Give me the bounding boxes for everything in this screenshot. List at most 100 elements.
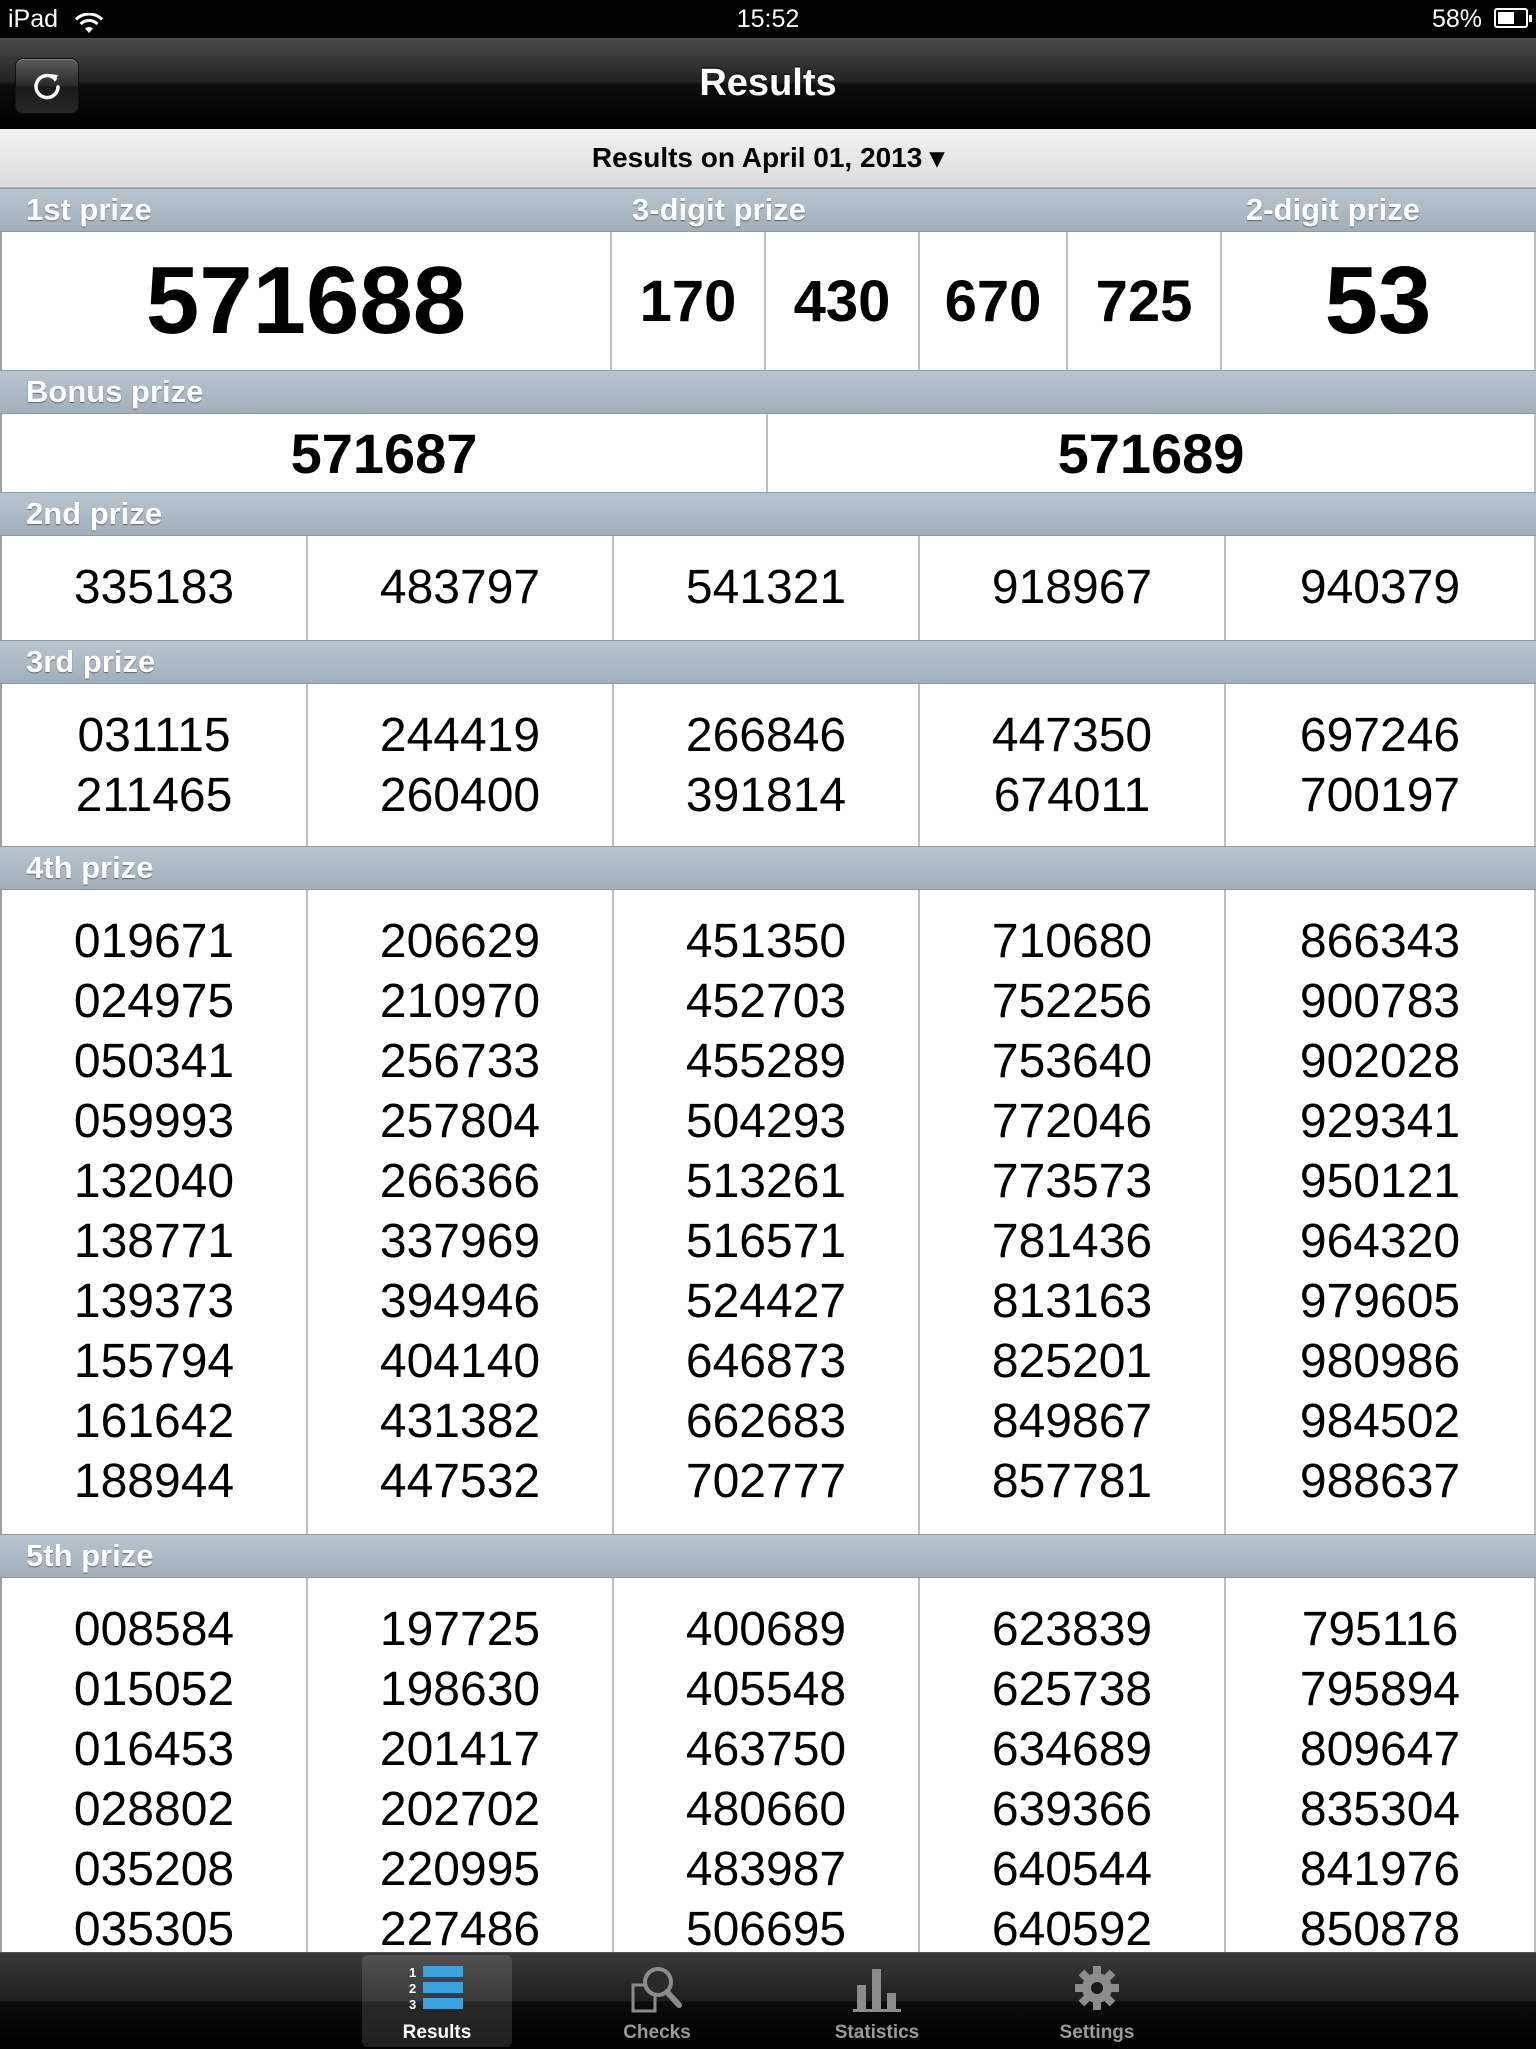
prize-number: 640544 bbox=[991, 1843, 1153, 1896]
prize-number: 155794 bbox=[73, 1335, 235, 1388]
prize-number: 781436 bbox=[991, 1215, 1153, 1268]
prize-number: 825201 bbox=[991, 1335, 1153, 1388]
tab-checks[interactable]: Checks bbox=[582, 1955, 732, 2047]
prize-column: 710680 752256 753640 772046 773573 781436 8131… bbox=[920, 890, 1226, 1534]
prize-number: 197725 bbox=[379, 1603, 541, 1656]
two-digit-label: 2-digit prize bbox=[1246, 192, 1420, 227]
prize-column: 940379 bbox=[1226, 536, 1536, 640]
svg-text:3: 3 bbox=[409, 1997, 416, 2012]
prize-number: 835304 bbox=[1299, 1783, 1461, 1836]
prize-number: 400689 bbox=[685, 1603, 847, 1656]
results-list[interactable]: 1st prize 3-digit prize 2-digit prize 57… bbox=[0, 188, 1536, 1952]
three-digit-number: 725 bbox=[1068, 232, 1222, 370]
prize-column: 266846 391814 bbox=[614, 684, 920, 846]
navigation-bar: Results bbox=[0, 38, 1536, 129]
fourth-prize-label: 4th prize bbox=[26, 850, 154, 885]
prize-number: 773573 bbox=[991, 1155, 1153, 1208]
prize-number: 198630 bbox=[379, 1663, 541, 1716]
prize-number: 452703 bbox=[685, 975, 847, 1028]
prize-number: 447350 bbox=[991, 709, 1153, 762]
prize-number: 256733 bbox=[379, 1035, 541, 1088]
bonus-prize-label: Bonus prize bbox=[26, 374, 204, 409]
prize-number: 008584 bbox=[73, 1603, 235, 1656]
tab-statistics[interactable]: Statistics bbox=[802, 1955, 952, 2047]
prize-number: 964320 bbox=[1299, 1215, 1461, 1268]
prize-number: 016453 bbox=[73, 1723, 235, 1776]
prize-number: 139373 bbox=[73, 1275, 235, 1328]
prize-number: 019671 bbox=[73, 915, 235, 968]
prize-number: 516571 bbox=[685, 1215, 847, 1268]
prize-number: 210970 bbox=[379, 975, 541, 1028]
fourth-prize-row: 019671 024975 050341 059993 132040 138771 1393… bbox=[0, 890, 1536, 1534]
prize-column: 206629 210970 256733 257804 266366 337969 3949… bbox=[308, 890, 614, 1534]
two-digit-number: 53 bbox=[1222, 232, 1536, 370]
prize-number: 391814 bbox=[685, 769, 847, 822]
prize-number: 227486 bbox=[379, 1903, 541, 1952]
prize-number: 506695 bbox=[685, 1903, 847, 1952]
prize-number: 634689 bbox=[991, 1723, 1153, 1776]
bar-chart-icon bbox=[853, 1969, 901, 2012]
prize-number: 625738 bbox=[991, 1663, 1153, 1716]
first-prize-label: 1st prize bbox=[26, 192, 152, 227]
first-prize-row: 571688 170 430 670 725 53 bbox=[0, 232, 1536, 370]
prize-number: 035208 bbox=[73, 1843, 235, 1896]
prize-number: 753640 bbox=[991, 1035, 1153, 1088]
prize-number: 772046 bbox=[991, 1095, 1153, 1148]
prize-number: 050341 bbox=[73, 1035, 235, 1088]
prize-column: 008584 015052 016453 028802 035208 035305 bbox=[2, 1578, 308, 1952]
tab-results[interactable]: 1 2 3 Results bbox=[362, 1955, 512, 2047]
prize-number: 455289 bbox=[685, 1035, 847, 1088]
prize-number: 639366 bbox=[991, 1783, 1153, 1836]
prize-number: 902028 bbox=[1299, 1035, 1461, 1088]
prize-number: 161642 bbox=[73, 1395, 235, 1448]
prize-number: 700197 bbox=[1299, 769, 1461, 822]
prize-number: 979605 bbox=[1299, 1275, 1461, 1328]
prize-number: 035305 bbox=[73, 1903, 235, 1952]
tab-settings[interactable]: Settings bbox=[1022, 1955, 1172, 2047]
prize-number: 404140 bbox=[379, 1335, 541, 1388]
third-prize-row: 031115 211465 244419 260400 266846 391814 4473… bbox=[0, 684, 1536, 846]
prize-number: 206629 bbox=[379, 915, 541, 968]
prize-number: 513261 bbox=[685, 1155, 847, 1208]
second-prize-label: 2nd prize bbox=[26, 496, 163, 531]
prize-column: 697246 700197 bbox=[1226, 684, 1536, 846]
second-prize-row: 335183 483797 541321 918967 940379 bbox=[0, 536, 1536, 640]
prize-column: 795116 795894 809647 835304 841976 850878 bbox=[1226, 1578, 1536, 1952]
prize-number: 266366 bbox=[379, 1155, 541, 1208]
prize-number: 059993 bbox=[73, 1095, 235, 1148]
prize-number: 841976 bbox=[1299, 1843, 1461, 1896]
svg-text:1: 1 bbox=[409, 1965, 416, 1980]
status-bar: iPad 15:52 58% bbox=[0, 0, 1536, 38]
prize-number: 394946 bbox=[379, 1275, 541, 1328]
battery-icon bbox=[1494, 8, 1532, 28]
prize-number: 220995 bbox=[379, 1843, 541, 1896]
prize-column: 918967 bbox=[920, 536, 1226, 640]
prize-column: 335183 bbox=[2, 536, 308, 640]
prize-number: 431382 bbox=[379, 1395, 541, 1448]
prize-column: 197725 198630 201417 202702 220995 227486 bbox=[308, 1578, 614, 1952]
prize-column: 031115 211465 bbox=[2, 684, 308, 846]
three-digit-number: 170 bbox=[612, 232, 766, 370]
first-prize-header: 1st prize 3-digit prize 2-digit prize bbox=[0, 188, 1536, 232]
bonus-prize-row: 571687 571689 bbox=[0, 414, 1536, 492]
tab-label: Statistics bbox=[834, 2022, 920, 2043]
clock: 15:52 bbox=[736, 5, 800, 33]
tab-label: Settings bbox=[1059, 2022, 1135, 2043]
prize-column: 483797 bbox=[308, 536, 614, 640]
prize-number: 702777 bbox=[685, 1455, 847, 1508]
results-list-icon: 1 2 3 bbox=[409, 1965, 463, 2012]
battery-percent: 58% bbox=[1431, 5, 1482, 33]
prize-number: 483987 bbox=[685, 1843, 847, 1896]
bonus-prize-header: Bonus prize bbox=[0, 370, 1536, 414]
prize-column: 019671 024975 050341 059993 132040 138771 1393… bbox=[2, 890, 308, 1534]
prize-number: 988637 bbox=[1299, 1455, 1461, 1508]
prize-number: 640592 bbox=[991, 1903, 1153, 1952]
bonus-number: 571687 bbox=[2, 414, 768, 492]
prize-column: 623839 625738 634689 639366 640544 640592 bbox=[920, 1578, 1226, 1952]
prize-column: 451350 452703 455289 504293 513261 516571 5244… bbox=[614, 890, 920, 1534]
prize-number: 015052 bbox=[73, 1663, 235, 1716]
first-prize-number: 571688 bbox=[2, 232, 612, 370]
prize-number: 257804 bbox=[379, 1095, 541, 1148]
date-selector[interactable]: Results on April 01, 2013 ▾ bbox=[0, 129, 1536, 188]
prize-number: 028802 bbox=[73, 1783, 235, 1836]
